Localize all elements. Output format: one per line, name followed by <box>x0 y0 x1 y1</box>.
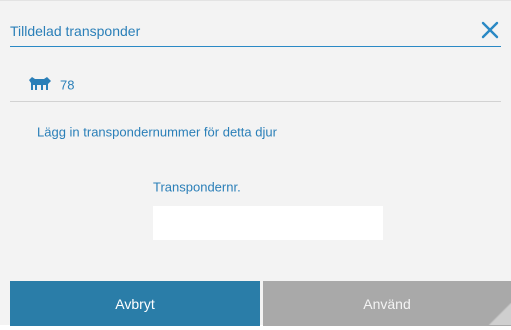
dialog-header: Tilldelad transponder <box>10 1 501 47</box>
apply-button[interactable]: Använd <box>263 281 511 326</box>
animal-id: 78 <box>60 77 75 93</box>
cancel-button[interactable]: Avbryt <box>10 281 260 326</box>
transponder-label: Transpondernr. <box>153 179 241 195</box>
transponder-dialog: Tilldelad transponder 78 Lägg in transpo… <box>0 0 511 326</box>
dialog-title: Tilldelad transponder <box>10 23 141 39</box>
transponder-input[interactable] <box>153 206 383 240</box>
animal-row: 78 <box>10 47 501 102</box>
cow-icon <box>27 75 53 91</box>
close-icon[interactable] <box>479 19 501 41</box>
instruction-text: Lägg in transpondernummer för detta djur <box>37 124 277 140</box>
